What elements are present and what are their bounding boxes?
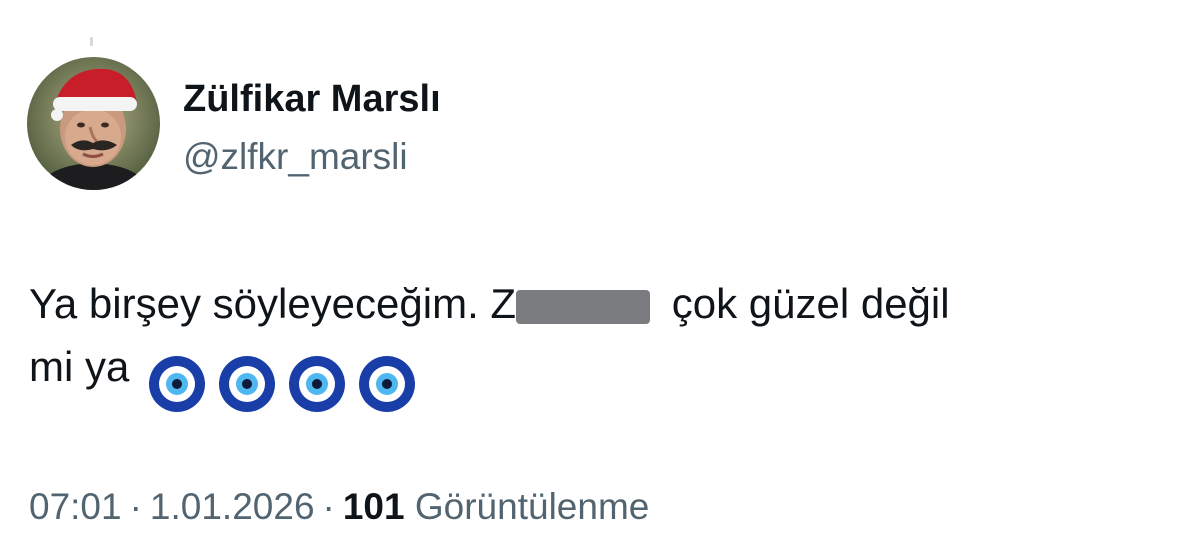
tweet-text-part3: mi ya	[29, 343, 130, 390]
avatar-image	[27, 57, 160, 190]
tweet-text-part2: çok güzel değil	[660, 280, 950, 327]
emoji-row	[147, 349, 427, 414]
nazar-icon	[287, 354, 347, 414]
tweet-text: Ya birşey söyleyeceğim. Z çok güzel deği…	[29, 272, 1149, 414]
top-divider-mark	[90, 37, 93, 46]
separator: ·	[322, 486, 335, 527]
tweet-date[interactable]: 1.01.2026	[150, 486, 315, 527]
tweet-text-part1: Ya birşey söyleyeceğim. Z	[29, 280, 517, 327]
author-handle[interactable]: @zlfkr_marsli	[183, 128, 441, 186]
views-count: 101	[342, 486, 405, 527]
tweet-time[interactable]: 07:01	[29, 486, 122, 527]
nazar-icon	[357, 354, 417, 414]
redaction-block	[516, 290, 651, 324]
tweet-meta: 07:01 · 1.01.2026 · 101 Görüntülenme	[29, 482, 649, 532]
nazar-icon	[147, 354, 207, 414]
tweet-author: Zülfikar Marslı @zlfkr_marsli	[183, 70, 441, 186]
avatar[interactable]	[27, 57, 160, 190]
views-label: Görüntülenme	[414, 486, 650, 527]
author-display-name[interactable]: Zülfikar Marslı	[183, 70, 441, 128]
separator: ·	[129, 486, 142, 527]
nazar-icon	[217, 354, 277, 414]
